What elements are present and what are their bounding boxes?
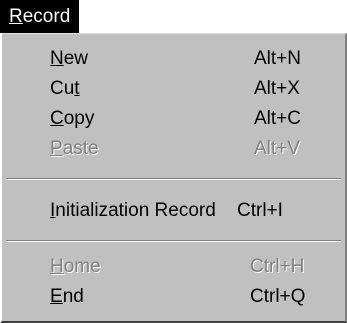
menu-item-copy[interactable]: Copy Alt+C (50, 104, 305, 134)
menu-item-home: Home Ctrl+H (50, 252, 305, 282)
menu-item-home-label: Home (50, 256, 101, 277)
menu-item-end[interactable]: End Ctrl+Q (50, 282, 305, 312)
record-menu-title-label: Record (9, 5, 71, 27)
record-menu-title[interactable]: Record (0, 0, 80, 33)
menu-item-new-shortcut: Alt+N (254, 48, 301, 69)
menu-item-end-label: End (50, 286, 84, 307)
menu-item-copy-label: Copy (50, 108, 95, 129)
menu-separator-1 (6, 178, 341, 180)
menu-item-initialization-record-shortcut: Ctrl+I (237, 200, 283, 221)
menu-item-new-label: New (50, 48, 89, 69)
menu-separator-2 (6, 240, 341, 242)
record-dropdown-menu: New Alt+N Cut Alt+X Copy Alt+C Paste Alt… (0, 33, 347, 323)
menu-item-new[interactable]: New Alt+N (50, 44, 305, 74)
menu-item-copy-shortcut: Alt+C (254, 108, 301, 129)
menu-item-cut[interactable]: Cut Alt+X (50, 74, 305, 104)
menu-item-initialization-record[interactable]: Initialization Record Ctrl+I (50, 196, 305, 226)
menu-item-end-shortcut: Ctrl+Q (250, 286, 306, 307)
menu-item-paste-label: Paste (50, 138, 99, 159)
menu-item-cut-label: Cut (50, 78, 80, 99)
menu-item-home-shortcut: Ctrl+H (250, 256, 305, 277)
menu-item-cut-shortcut: Alt+X (254, 78, 300, 99)
menu-item-paste-shortcut: Alt+V (254, 138, 300, 159)
menu-item-initialization-record-label: Initialization Record (50, 200, 216, 221)
menu-item-paste: Paste Alt+V (50, 134, 305, 164)
